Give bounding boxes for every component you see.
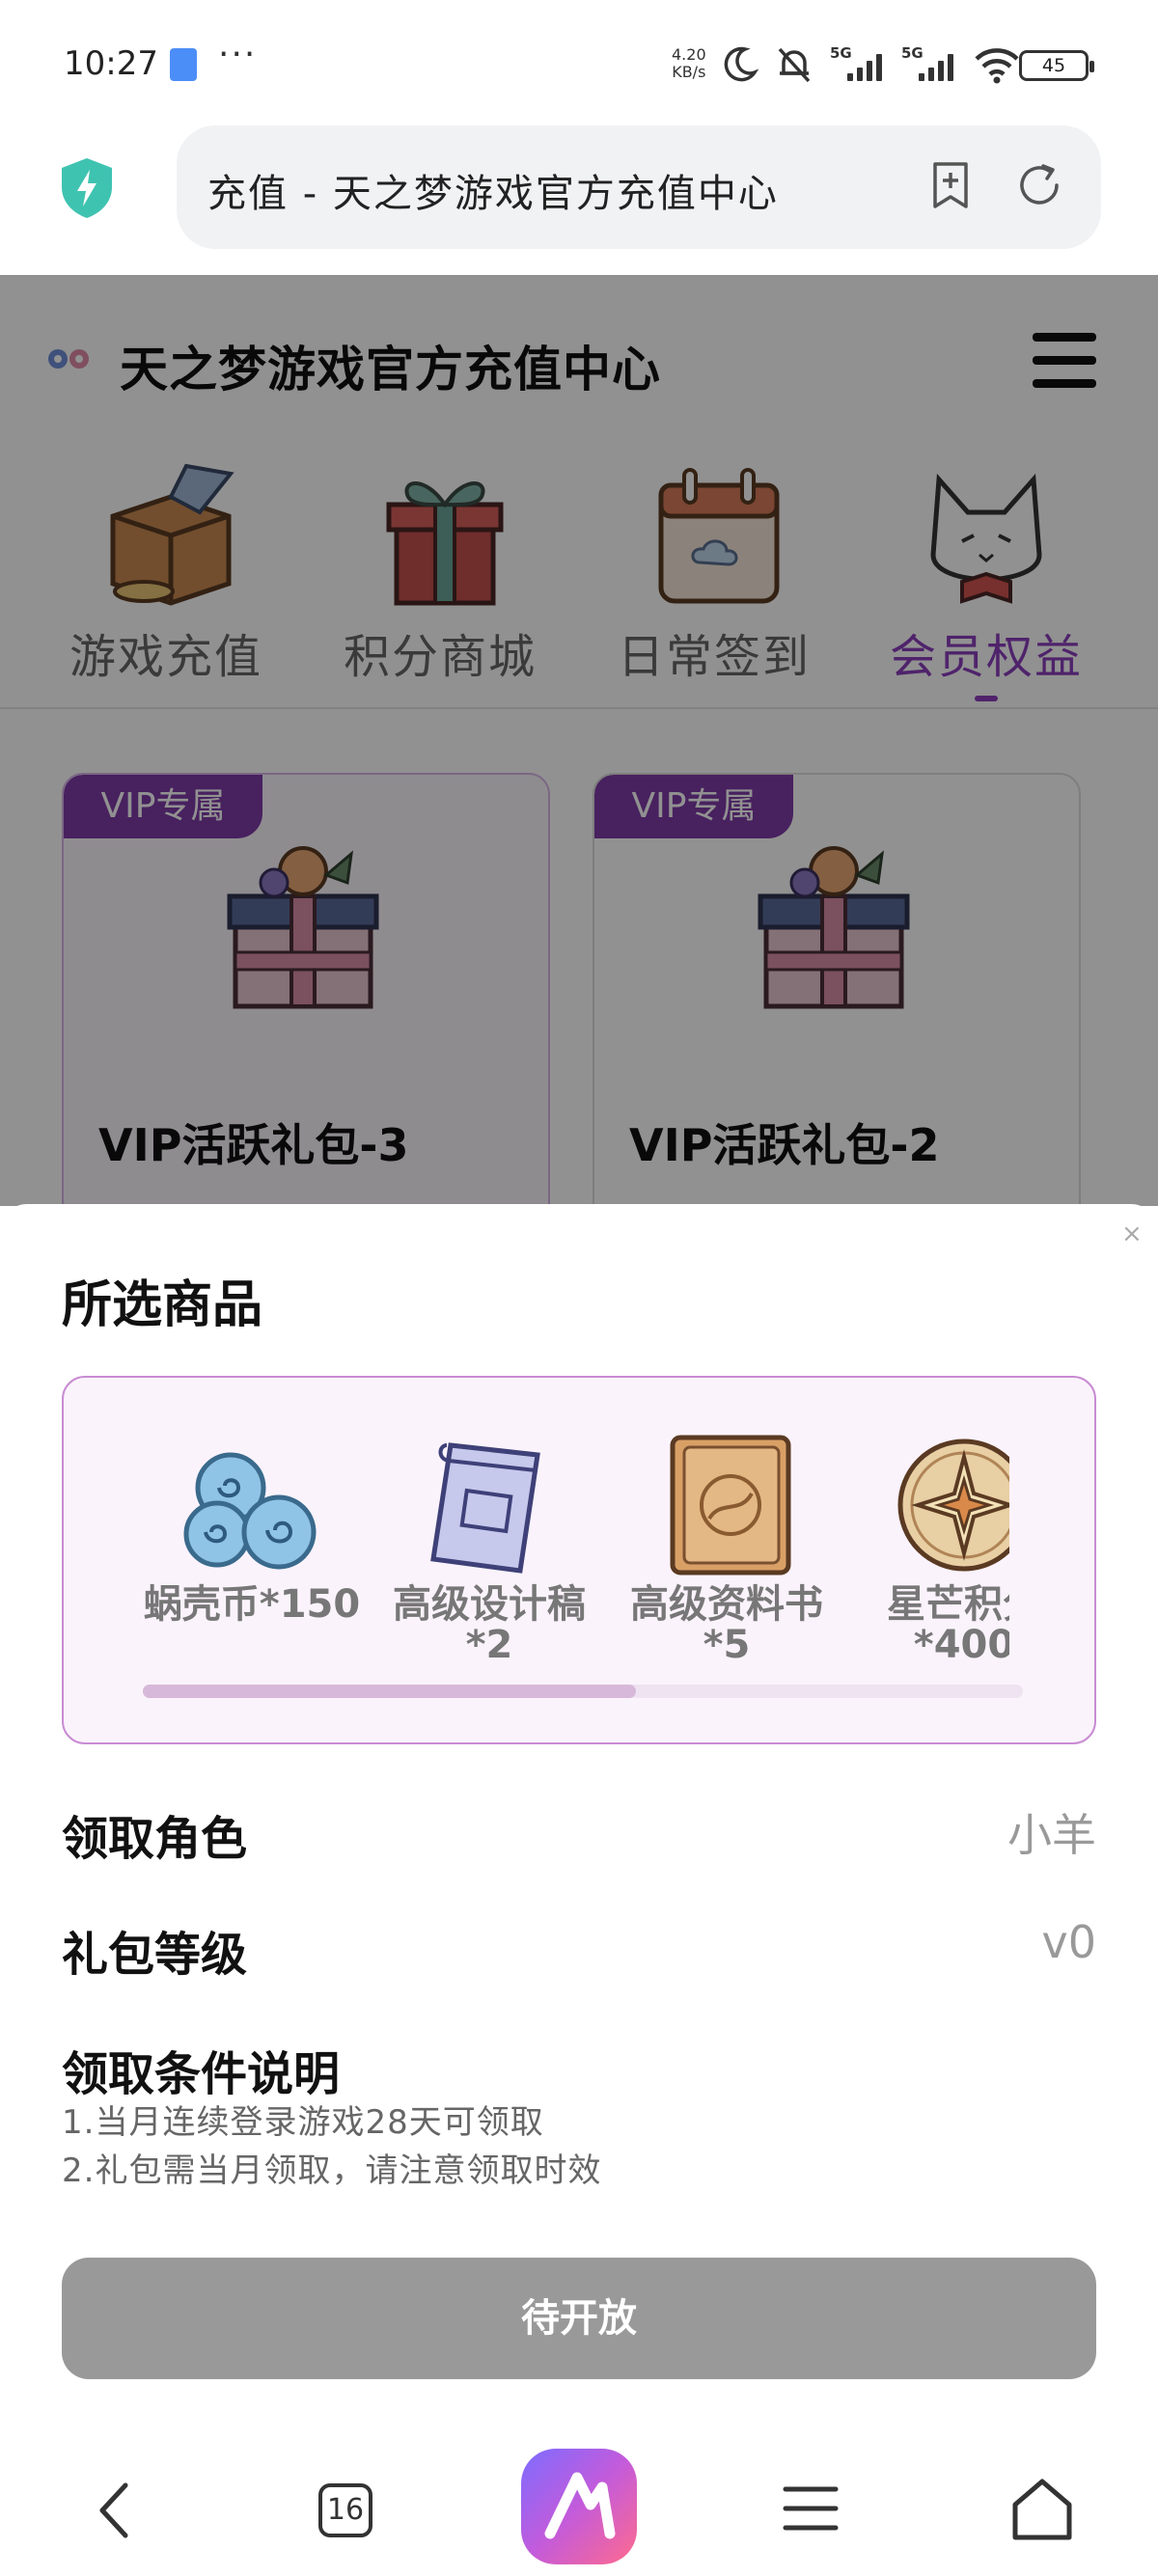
reward-item-name: 蜗壳币*150 (143, 1582, 361, 1627)
gift-level-label: 礼包等级 (62, 1928, 248, 1982)
material-book-icon (670, 1435, 791, 1576)
reward-item-qty: *2 (465, 1623, 513, 1663)
items-scrollbar[interactable] (143, 1685, 1023, 1698)
address-bar[interactable]: 充值 - 天之梦游戏官方充值中心 (177, 125, 1101, 249)
add-bookmark-icon[interactable] (925, 160, 976, 210)
reward-item: 高级资料书 *5 (616, 1432, 838, 1663)
reward-items-scroller[interactable]: 蜗壳币*150 高级设计稿 *2 高级资料书 *5 星芒积 *400 (141, 1432, 1009, 1663)
browser-toolbar: 充值 - 天之梦游戏官方充值中心 (0, 125, 1158, 275)
snail-coin-icon (183, 1452, 317, 1570)
reward-item: 高级设计稿 *2 (378, 1432, 600, 1663)
browser-bottom-nav: 16 (0, 2449, 1158, 2576)
modal-backdrop[interactable] (0, 275, 1158, 1206)
signal-5g-icon: 5G (901, 44, 957, 85)
items-scrollbar-thumb[interactable] (143, 1685, 636, 1698)
network-speed: 4.20 KB/s (672, 46, 706, 81)
reward-item-name: 高级资料书 (630, 1582, 823, 1627)
page-title-text[interactable]: 充值 - 天之梦游戏官方充值中心 (207, 162, 825, 218)
assistant-app-icon[interactable] (521, 2449, 637, 2564)
claim-role-label: 领取角色 (62, 1812, 248, 1866)
reward-items-box: 蜗壳币*150 高级设计稿 *2 高级资料书 *5 星芒积 *400 (62, 1376, 1096, 1744)
star-points-icon (897, 1439, 1009, 1572)
home-icon[interactable] (994, 2460, 1090, 2557)
network-speed-value: 4.20 (672, 45, 706, 64)
moon-icon (724, 46, 758, 82)
claim-condition-2: 2.礼包需当月领取，请注意领取时效 (62, 2151, 602, 2190)
signal-5g-icon: 5G (830, 44, 886, 85)
reward-item-qty: *400 (913, 1623, 1009, 1663)
reward-item-name: 高级设计稿 (393, 1582, 586, 1627)
reward-item-name: 星芒积分 (887, 1582, 1009, 1627)
back-icon[interactable] (66, 2460, 162, 2557)
claim-role-value[interactable]: 小羊 (1007, 1800, 1096, 1864)
reward-item-qty: *5 (703, 1623, 751, 1663)
wifi-icon (975, 48, 1019, 84)
reward-item: 蜗壳币*150 (141, 1432, 363, 1625)
pending-open-button[interactable]: 待开放 (62, 2258, 1096, 2379)
reward-item: 星芒积分 *400 (853, 1432, 1009, 1663)
gift-level-row: 礼包等级 v0 (62, 1916, 1096, 1984)
notification-app-icon (170, 48, 197, 81)
design-scroll-icon (430, 1442, 540, 1574)
sheet-title: 所选商品 (62, 1276, 263, 1334)
close-icon[interactable]: × (1121, 1219, 1143, 1248)
assistant-logo-icon (544, 2472, 616, 2539)
refresh-icon[interactable] (1014, 160, 1064, 210)
battery-icon: 45 (1019, 50, 1094, 81)
claim-role-row[interactable]: 领取角色 小羊 (62, 1800, 1096, 1868)
menu-lines-icon[interactable] (762, 2460, 859, 2557)
selected-item-sheet: × 所选商品 蜗壳币*150 高级设计稿 *2 高级资料书 *5 星芒积 *40… (0, 1204, 1158, 2449)
gift-level-value: v0 (1041, 1916, 1097, 1968)
status-icons: 5G 5G (720, 41, 1021, 89)
tabs-count-icon[interactable]: 16 (318, 2483, 372, 2537)
claim-condition-1: 1.当月连续登录游戏28天可领取 (62, 2103, 544, 2142)
claim-conditions-title: 领取条件说明 (62, 2047, 341, 2101)
mute-bell-icon (778, 47, 811, 83)
status-bar: 10:27 ··· 4.20 KB/s 5G 5G 45 (0, 0, 1158, 125)
more-notifications-icon: ··· (218, 35, 258, 74)
status-time: 10:27 (64, 44, 158, 83)
security-shield-icon[interactable] (58, 156, 116, 220)
network-speed-unit: KB/s (672, 63, 706, 81)
